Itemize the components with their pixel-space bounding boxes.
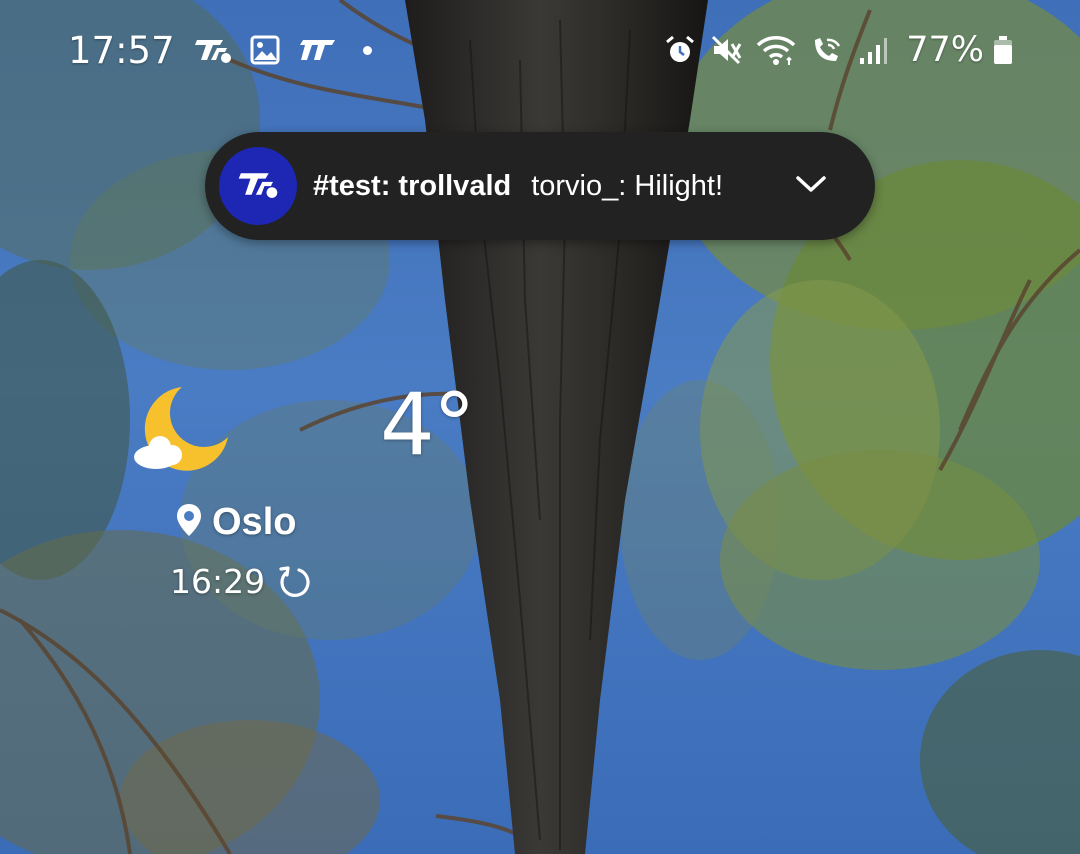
weather-location-name: Oslo [212, 501, 297, 543]
wifi-icon [756, 34, 796, 66]
refresh-icon[interactable] [277, 565, 311, 599]
battery-percent: 77% [906, 30, 984, 70]
weather-widget[interactable]: 4° Oslo 16:29 [132, 375, 476, 615]
weather-location: Oslo [176, 501, 296, 544]
status-clock: 17:57 [68, 28, 175, 72]
notification-app-avatar [219, 147, 297, 225]
gallery-icon [249, 34, 281, 66]
notification-dot-icon [362, 45, 372, 55]
mute-icon [710, 34, 742, 66]
irc-app-icon-2 [297, 36, 337, 64]
weather-updated: 16:29 [170, 562, 311, 601]
irc-app-icon [236, 169, 280, 204]
wifi-calling-icon [810, 34, 844, 66]
chevron-down-icon [795, 174, 827, 199]
weather-updated-time: 16:29 [170, 562, 266, 601]
alarm-icon [664, 34, 696, 66]
heads-up-notification[interactable]: #test: trollvald torvio_: Hilight! [205, 132, 875, 240]
signal-icon [858, 34, 888, 66]
status-bar[interactable]: 17:57 77% [0, 0, 1080, 100]
notification-expand-button[interactable] [793, 168, 829, 204]
status-bar-left: 17:57 [68, 29, 372, 72]
irc-app-icon [193, 36, 233, 64]
weather-temperature: 4° [380, 375, 476, 475]
location-pin-icon [176, 503, 202, 542]
status-bar-right: 77% [664, 30, 1014, 70]
battery-icon [992, 34, 1014, 66]
notification-title: #test: trollvald [313, 169, 512, 202]
notification-body: torvio_: Hilight! [531, 169, 724, 202]
moon-cloud-icon [132, 383, 232, 480]
